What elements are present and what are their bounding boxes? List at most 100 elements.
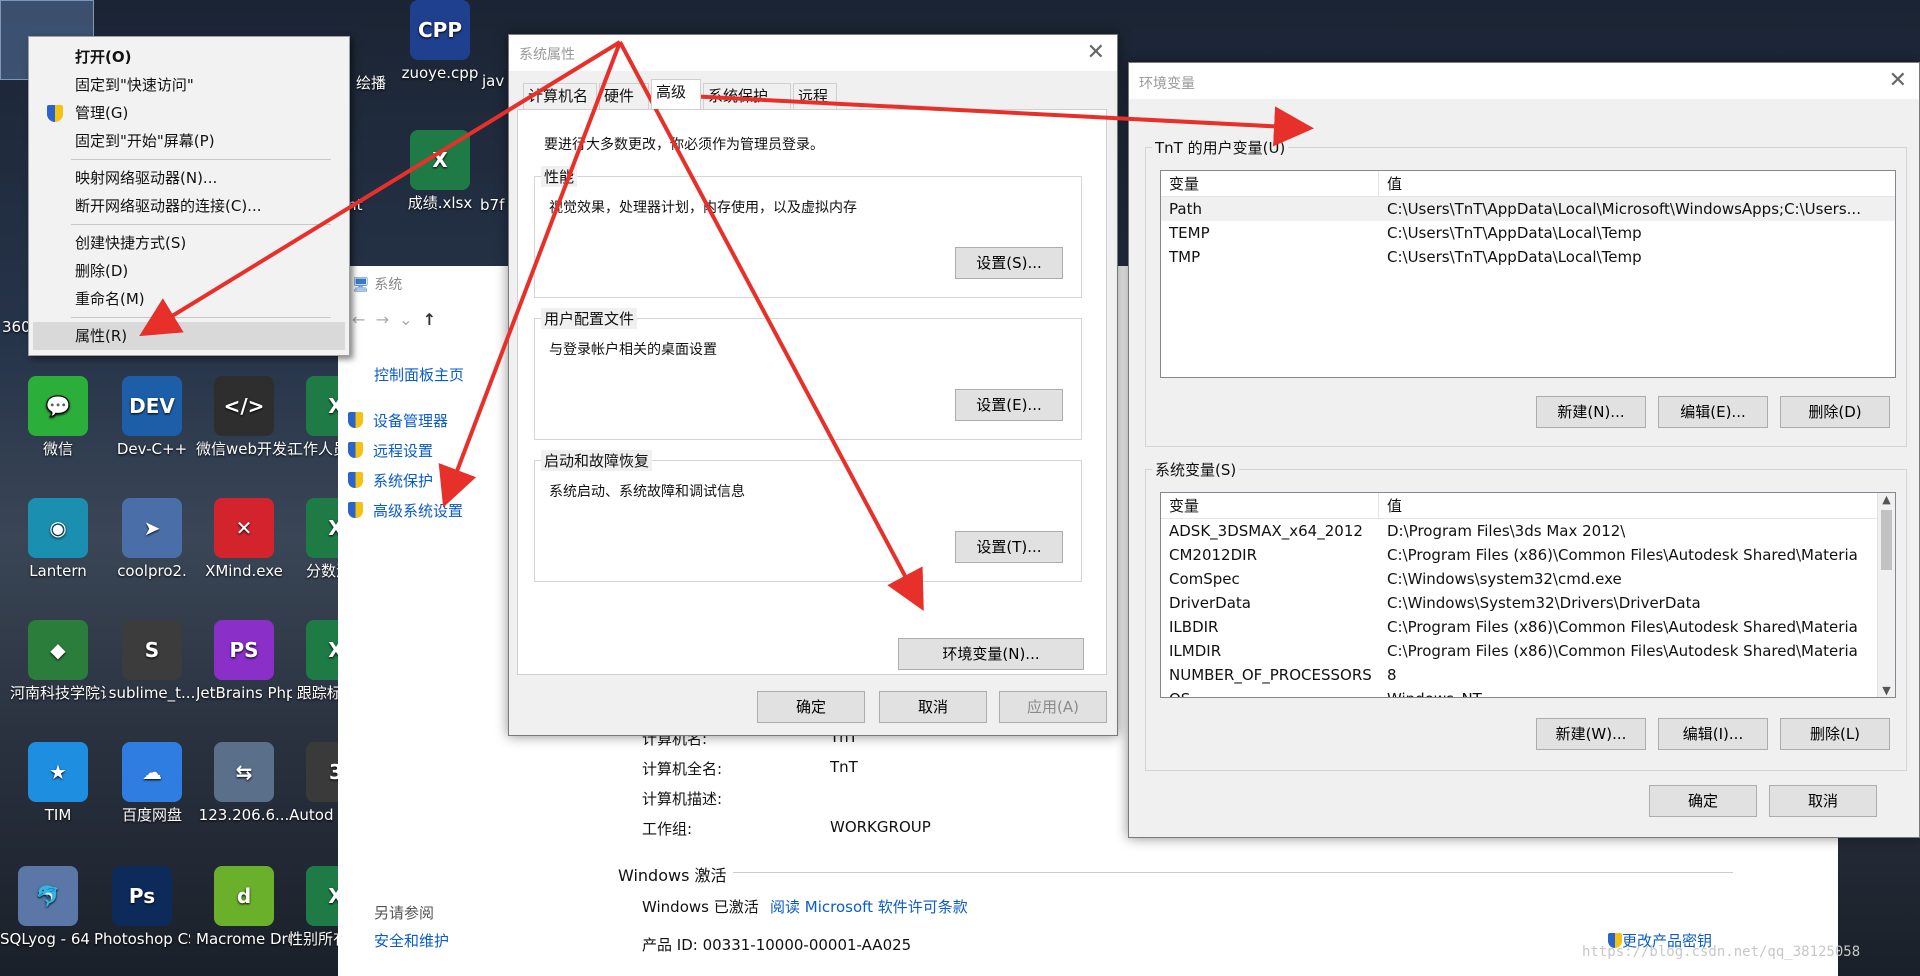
computer-info-value: WORKGROUP: [830, 818, 931, 836]
admin-note: 要进行大多数更改，你必须作为管理员登录。: [544, 137, 824, 153]
new-variable-button[interactable]: 新建(N)...: [1536, 396, 1646, 428]
context-menu-item[interactable]: 固定到"快速访问": [33, 71, 345, 99]
uac-shield-icon: [348, 472, 363, 488]
new-variable-button[interactable]: 新建(W)...: [1536, 718, 1646, 750]
desktop-icon-label[interactable]: jav: [482, 72, 504, 90]
settings-button[interactable]: 设置(S)...: [955, 247, 1063, 279]
desktop-icon[interactable]: DEV Dev-C++: [104, 376, 200, 459]
desktop-icon[interactable]: ☁ 百度网盘: [104, 742, 200, 825]
desktop-icon-label[interactable]: 绘播: [356, 72, 386, 93]
link-label: 高级系统设置: [373, 502, 464, 520]
list-row[interactable]: ADSK_3DSMAX_x64_2012 D:\Program Files\3ds…: [1161, 519, 1895, 543]
desktop-icon[interactable]: ★ TIM: [10, 742, 106, 825]
desktop-icon[interactable]: Ps Photoshop CS6: [94, 866, 190, 949]
environment-variables-button[interactable]: 环境变量(N)...: [898, 638, 1084, 670]
system-left-link[interactable]: 高级系统设置: [348, 500, 463, 521]
delete-variable-button[interactable]: 删除(L): [1780, 718, 1890, 750]
cancel-button[interactable]: 取消: [1769, 785, 1877, 817]
control-panel-home-link[interactable]: 控制面板主页: [374, 364, 464, 385]
ok-button[interactable]: 确定: [1649, 785, 1757, 817]
edit-variable-button[interactable]: 编辑(E)...: [1658, 396, 1768, 428]
desktop-icon[interactable]: PS JetBrains PhpStor...: [196, 620, 292, 703]
scrollbar[interactable]: ▲ ▼: [1877, 493, 1895, 697]
context-menu-item[interactable]: 管理(G): [33, 99, 345, 127]
settings-group: 启动和故障恢复 系统启动、系统故障和调试信息 设置(T)...: [534, 450, 1082, 582]
app-icon: PS: [214, 620, 274, 680]
user-variables-title: TnT 的用户变量(U): [1152, 137, 1289, 158]
desktop-icon[interactable]: ✕ XMind.exe: [196, 498, 292, 581]
tab-hardware[interactable]: 硬件: [599, 83, 649, 109]
security-maintenance-link[interactable]: 安全和维护: [374, 930, 449, 951]
computer-info-label: 计算机全名:: [642, 760, 723, 778]
user-variables-list[interactable]: 变量 值 Path C:\Users\TnT\AppData\Local\Micr…: [1160, 170, 1896, 378]
app-icon: </>: [214, 376, 274, 436]
settings-button[interactable]: 设置(E)...: [955, 389, 1063, 421]
tab-system-protection[interactable]: 系统保护: [703, 83, 791, 109]
variable-name: DriverData: [1169, 594, 1251, 612]
list-row[interactable]: ComSpec C:\Windows\system32\cmd.exe: [1161, 567, 1895, 591]
list-row[interactable]: NUMBER_OF_PROCESSORS 8: [1161, 663, 1895, 687]
column-header-variable[interactable]: 变量: [1161, 171, 1379, 196]
scroll-down-icon[interactable]: ▼: [1878, 684, 1895, 697]
list-row[interactable]: ILBDIR C:\Program Files (x86)\Common File…: [1161, 615, 1895, 639]
list-row[interactable]: DriverData C:\Windows\System32\Drivers\Dr…: [1161, 591, 1895, 615]
context-menu-item[interactable]: 映射网络驱动器(N)...: [33, 164, 345, 192]
tab-computer-name[interactable]: 计算机名: [523, 83, 597, 109]
list-row[interactable]: CM2012DIR C:\Program Files (x86)\Common F…: [1161, 543, 1895, 567]
list-header: 变量 值: [1161, 493, 1895, 519]
desktop-icon[interactable]: ➤ coolpro2.: [104, 498, 200, 581]
column-header-value[interactable]: 值: [1379, 171, 1895, 196]
desktop-icon[interactable]: ◉ Lantern: [10, 498, 106, 581]
desktop-icon[interactable]: </> 微信web开发者工具: [196, 376, 292, 459]
system-left-link[interactable]: 远程设置: [348, 440, 433, 461]
menu-separator: [71, 159, 331, 160]
column-header-value[interactable]: 值: [1379, 493, 1895, 518]
license-link[interactable]: 阅读 Microsoft 软件许可条款: [770, 896, 968, 917]
desktop-icon[interactable]: 💬 微信: [10, 376, 106, 459]
system-left-link[interactable]: 系统保护: [348, 470, 433, 491]
scroll-up-icon[interactable]: ▲: [1878, 493, 1895, 506]
list-row[interactable]: TMP C:\Users\TnT\AppData\Local\Temp: [1161, 245, 1895, 269]
system-left-link[interactable]: 设备管理器: [348, 410, 448, 431]
scroll-thumb[interactable]: [1881, 510, 1892, 570]
nav-buttons[interactable]: ← → ⌄ ↑: [352, 310, 436, 329]
desktop-icon[interactable]: X 成绩.xlsx: [392, 130, 488, 213]
context-menu-item[interactable]: 固定到"开始"屏幕(P): [33, 127, 345, 155]
cancel-button[interactable]: 取消: [879, 691, 987, 723]
desktop-icon-label: 123.206.6...: [198, 806, 290, 824]
delete-variable-button[interactable]: 删除(D): [1780, 396, 1890, 428]
context-menu-item[interactable]: 删除(D): [33, 257, 345, 285]
dialog-title: 系统属性: [519, 47, 575, 63]
context-menu-item[interactable]: 重命名(M): [33, 285, 345, 313]
edit-variable-button[interactable]: 编辑(I)...: [1658, 718, 1768, 750]
desktop-icon[interactable]: ◆ 河南科技学院认证客户端: [10, 620, 106, 703]
desktop-icon[interactable]: ⇆ 123.206.6...: [196, 742, 292, 825]
desktop-icon[interactable]: d Macrome Dreamwe...: [196, 866, 292, 949]
context-menu-item[interactable]: 断开网络驱动器的连接(C)...: [33, 192, 345, 220]
variable-name: NUMBER_OF_PROCESSORS: [1169, 666, 1372, 684]
close-icon[interactable]: ✕: [1087, 40, 1105, 65]
desktop-icon[interactable]: 🐬 SQLyog - 64 bit: [0, 866, 96, 949]
tab-advanced[interactable]: 高级: [651, 79, 701, 109]
list-row[interactable]: Path C:\Users\TnT\AppData\Local\Microsoft…: [1161, 197, 1895, 221]
list-row[interactable]: OSWindows_NT: [1161, 687, 1895, 697]
tab-remote[interactable]: 远程: [793, 83, 837, 109]
context-menu-item[interactable]: 打开(O): [33, 43, 345, 71]
desktop-icon[interactable]: Ssublime_t...: [104, 620, 200, 703]
variable-name: ILMDIR: [1169, 642, 1222, 660]
settings-button[interactable]: 设置(T)...: [955, 531, 1063, 563]
list-row[interactable]: ILMDIR C:\Program Files (x86)\Common File…: [1161, 639, 1895, 663]
context-menu-item[interactable]: 创建快捷方式(S): [33, 229, 345, 257]
column-header-variable[interactable]: 变量: [1161, 493, 1379, 518]
desktop-icon-label[interactable]: 360: [2, 318, 31, 336]
system-variables-list[interactable]: 变量 值 ADSK_3DSMAX_x64_2012 D:\Program File…: [1160, 492, 1896, 698]
desktop-icon[interactable]: CPP zuoye.cpp: [392, 0, 488, 83]
apply-button[interactable]: 应用(A): [999, 691, 1107, 723]
menu-item-label: 创建快捷方式(S): [75, 234, 187, 252]
settings-group: 性能 视觉效果，处理器计划，内存使用，以及虚拟内存 设置(S)...: [534, 166, 1082, 298]
context-menu-item[interactable]: 属性(R): [33, 322, 345, 350]
list-row[interactable]: TEMP C:\Users\TnT\AppData\Local\Temp: [1161, 221, 1895, 245]
ok-button[interactable]: 确定: [757, 691, 865, 723]
close-icon[interactable]: ✕: [1889, 68, 1907, 93]
desktop-icon-label[interactable]: b7f: [480, 196, 504, 214]
